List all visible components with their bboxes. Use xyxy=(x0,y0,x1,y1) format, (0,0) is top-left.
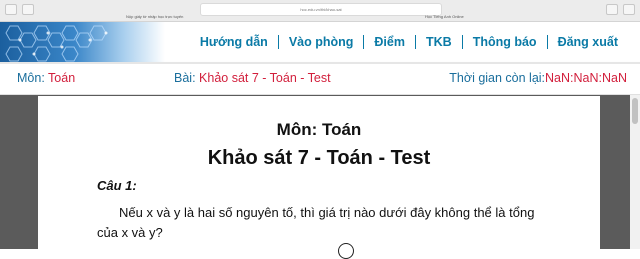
main-nav: Hướng dẫn Vào phòng Điểm TKB Thông báo Đ… xyxy=(190,34,628,50)
back-icon[interactable] xyxy=(5,4,17,15)
browser-tab-right[interactable]: Học Tiếng Anh Online xyxy=(425,14,464,19)
nav-tkb[interactable]: TKB xyxy=(416,35,462,49)
exam-info: Bài: Khảo sát 7 - Toán - Test xyxy=(174,71,331,85)
site-header: Hướng dẫn Vào phòng Điểm TKB Thông báo Đ… xyxy=(0,22,640,62)
exam-label: Bài: xyxy=(174,71,196,85)
share-icon[interactable] xyxy=(606,4,618,15)
timer-value: NaN:NaN:NaN xyxy=(545,71,627,85)
question-label: Câu 1: xyxy=(97,178,137,193)
nav-thong-bao[interactable]: Thông báo xyxy=(463,35,547,49)
paper-subject-title: Môn: Toán xyxy=(276,120,362,139)
scrollbar-thumb[interactable] xyxy=(632,98,638,124)
nav-diem[interactable]: Điểm xyxy=(364,35,415,49)
exam-value: Khảo sát 7 - Toán - Test xyxy=(199,71,331,85)
address-bar[interactable]: hoc.edu.vn/thi/khao-sat xyxy=(200,3,442,16)
site-logo[interactable] xyxy=(0,22,165,62)
subject-value: Toán xyxy=(48,71,76,85)
question-text: Nếu x và y là hai số nguyên tố, thì giá … xyxy=(97,205,535,240)
subject-label: Môn: xyxy=(17,71,45,85)
exam-info-bar: Môn: Toán Bài: Khảo sát 7 - Toán - Test … xyxy=(0,62,640,97)
forward-icon[interactable] xyxy=(22,4,34,15)
nav-vao-phong[interactable]: Vào phòng xyxy=(279,35,364,49)
browser-tab-left[interactable]: Nộp giấy tờ nhập học trực tuyến xyxy=(126,14,183,19)
browser-toolbar: hoc.edu.vn/thi/khao-sat Nộp giấy tờ nhập… xyxy=(0,0,640,22)
timer-info: Thời gian còn lại:NaN:NaN:NaN xyxy=(449,71,627,85)
nav-dang-xuat[interactable]: Đăng xuất xyxy=(548,35,628,49)
paper-exam-title: Khảo sát 7 - Toán - Test xyxy=(207,147,431,169)
timer-label: Thời gian còn lại: xyxy=(449,71,546,85)
nav-huong-dan[interactable]: Hướng dẫn xyxy=(190,35,278,49)
tabs-icon[interactable] xyxy=(623,4,635,15)
answer-radio-icon[interactable] xyxy=(338,243,354,259)
subject-info: Môn: Toán xyxy=(17,71,75,85)
hexagon-pattern-icon xyxy=(5,25,108,62)
